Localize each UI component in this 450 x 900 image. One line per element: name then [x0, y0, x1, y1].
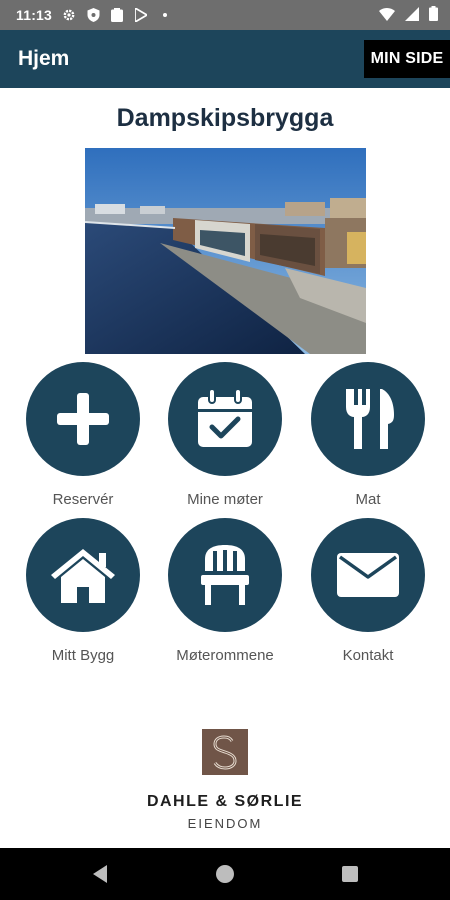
home-icon[interactable]: [213, 862, 237, 886]
status-bar: 11:13: [0, 0, 450, 30]
back-icon[interactable]: [88, 862, 112, 886]
tile-label: Møterommene: [176, 647, 274, 664]
play-store-icon: [134, 8, 148, 22]
hero-image: [85, 148, 366, 354]
plus-icon: [26, 362, 140, 476]
min-side-button[interactable]: MIN SIDE: [364, 40, 450, 78]
tile-label: Mine møter: [187, 491, 263, 508]
tile-label: Mat: [355, 491, 381, 508]
company-subtitle: EIENDOM: [187, 816, 263, 831]
tile-reserver[interactable]: Reservér: [13, 362, 153, 508]
envelope-icon: [311, 518, 425, 632]
status-time: 11:13: [16, 7, 53, 23]
calendar-check-icon: [168, 362, 282, 476]
wifi-icon: [379, 7, 395, 24]
company-name: DAHLE & SØRLIE: [146, 793, 304, 810]
house-icon: [26, 518, 140, 632]
tile-label: Reservér: [52, 491, 114, 508]
page-title: Dampskipsbrygga: [116, 104, 334, 132]
chair-icon: [168, 518, 282, 632]
tile-mitt-bygg[interactable]: Mitt Bygg: [13, 518, 153, 664]
tile-mat[interactable]: Mat: [298, 362, 438, 508]
clipboard-icon: [110, 8, 124, 22]
dot-icon: [158, 8, 172, 22]
tile-label: Mitt Bygg: [51, 647, 115, 664]
tile-mine-moter[interactable]: Mine møter: [155, 362, 295, 508]
recents-icon[interactable]: [338, 862, 362, 886]
app-title: Hjem: [18, 47, 70, 70]
gear-icon: [62, 8, 76, 22]
tile-kontakt[interactable]: Kontakt: [298, 518, 438, 664]
fork-knife-icon: [311, 362, 425, 476]
app-bar: Hjem MIN SIDE: [0, 30, 450, 88]
tile-moterommene[interactable]: Møterommene: [155, 518, 295, 664]
battery-icon: [429, 6, 438, 24]
shield-icon: [86, 8, 100, 22]
signal-icon: [405, 6, 419, 24]
company-logo-mark: [202, 729, 248, 775]
navigation-bar: [0, 848, 450, 900]
tile-label: Kontakt: [342, 647, 394, 664]
